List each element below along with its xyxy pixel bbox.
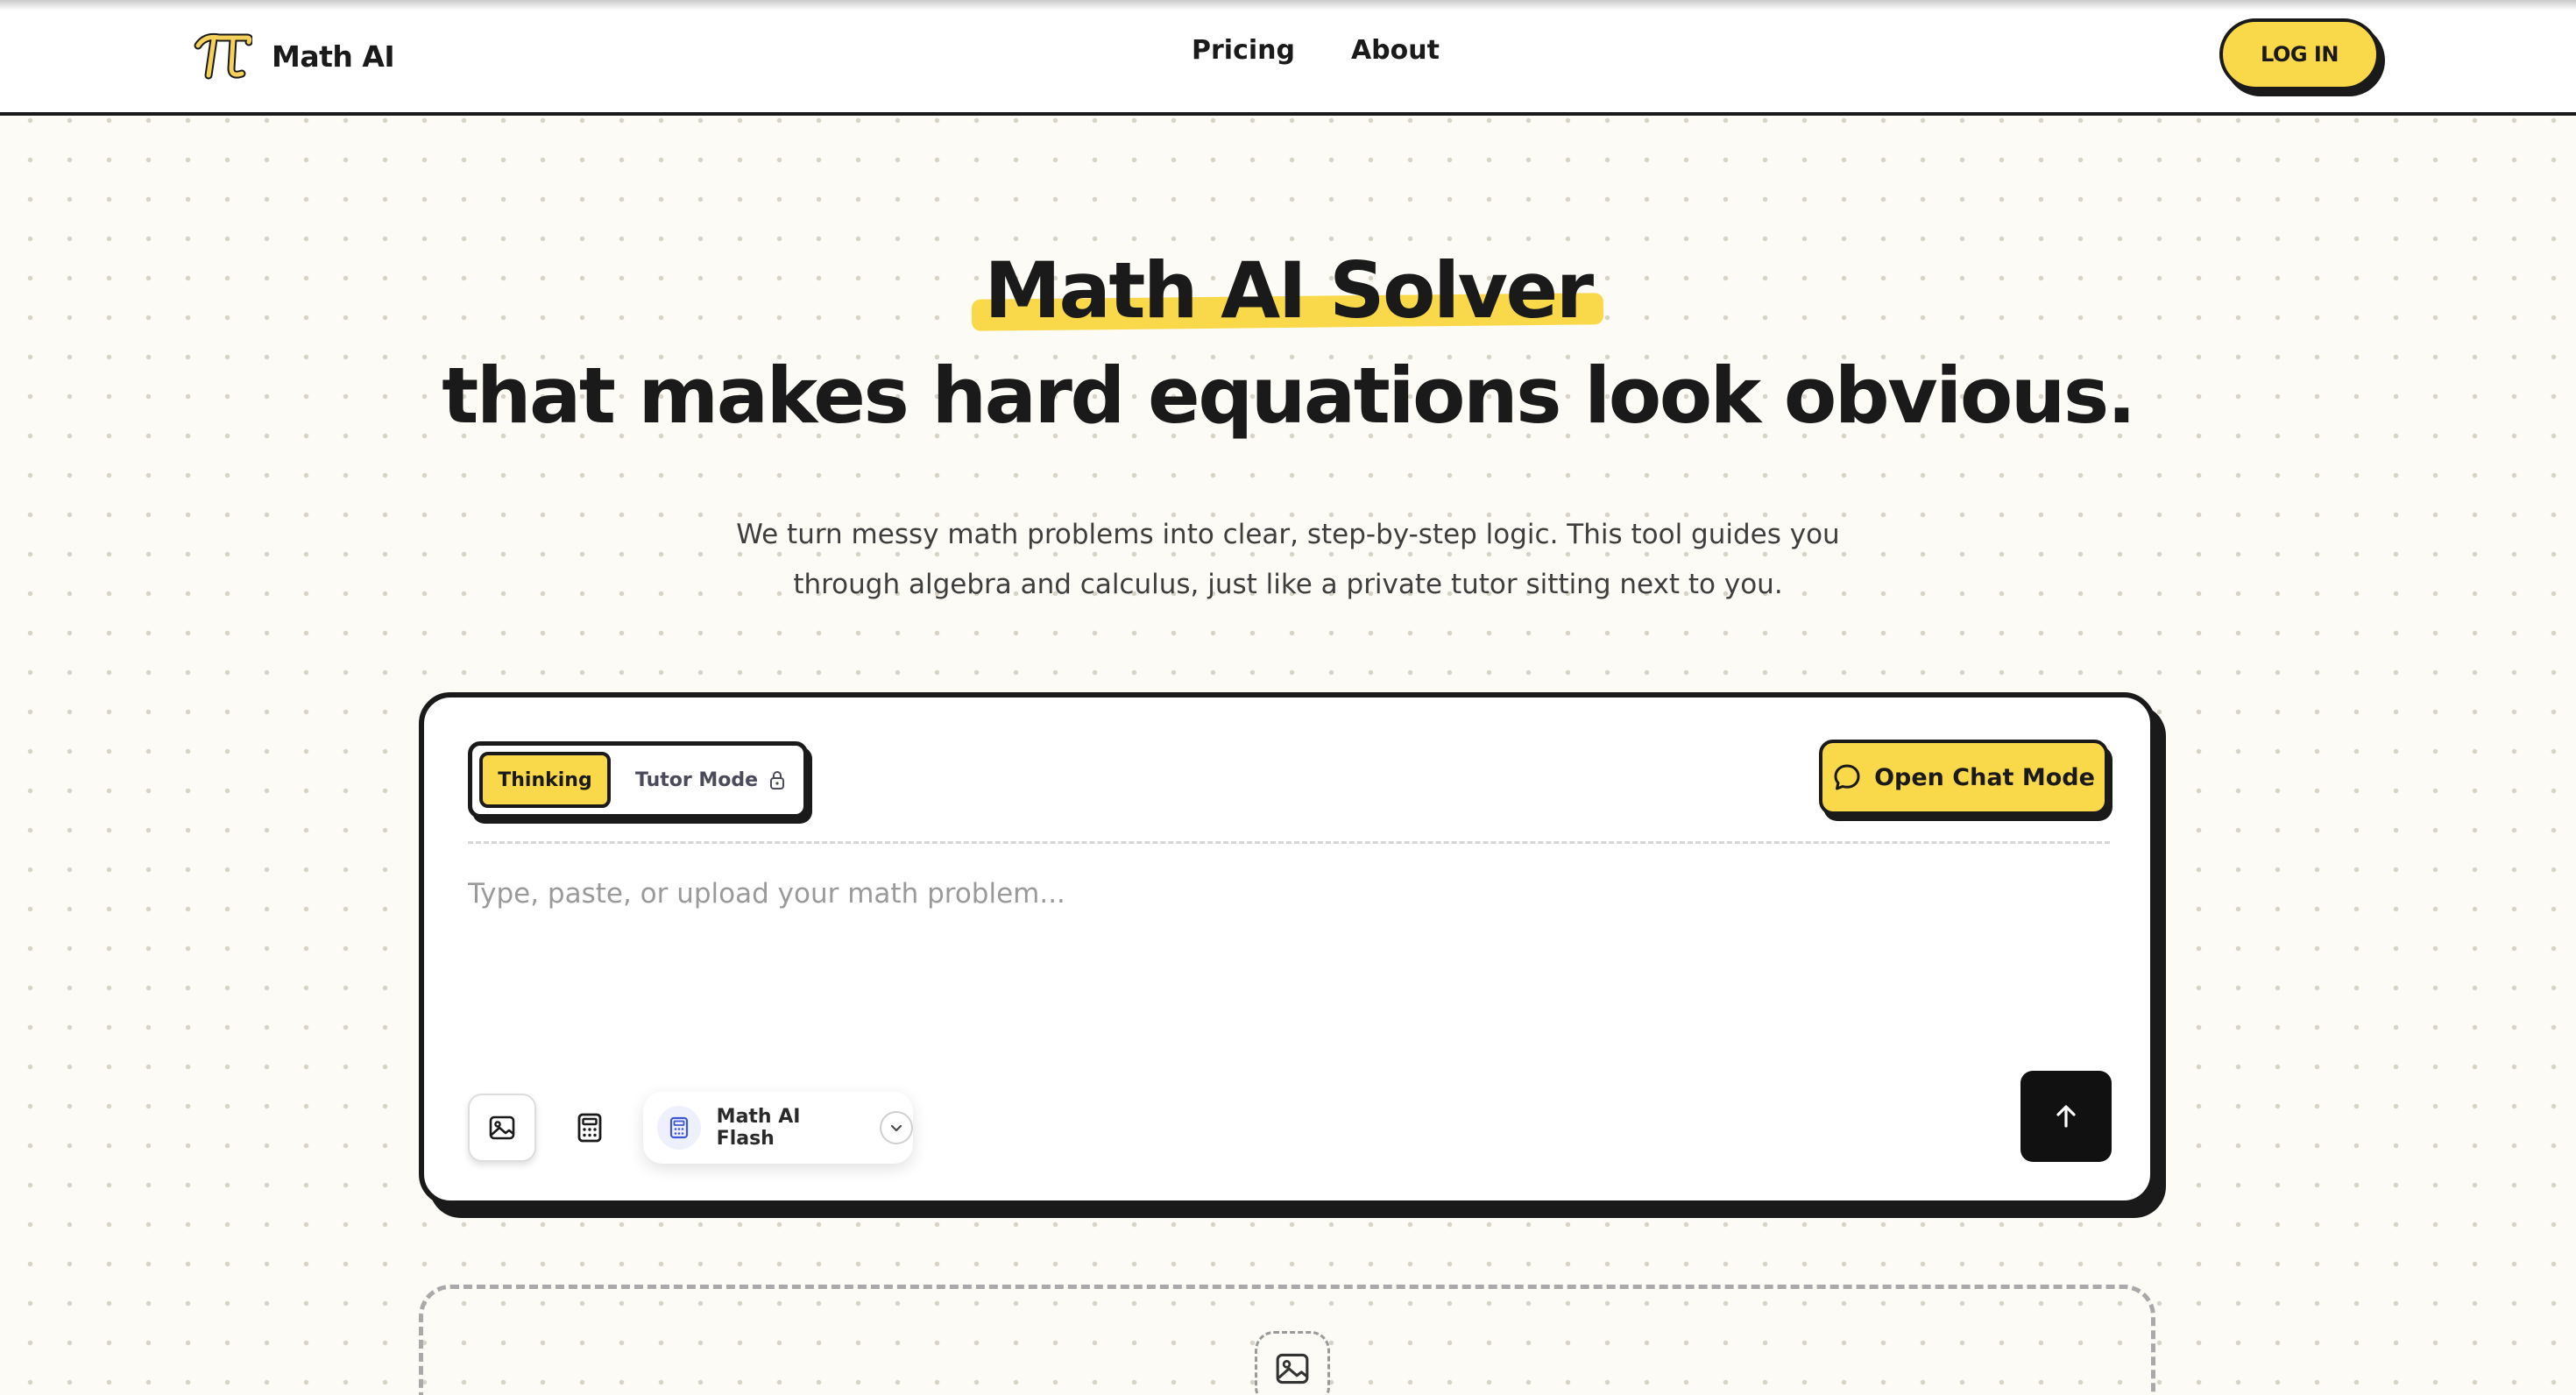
image-upload-dropzone[interactable]	[419, 1285, 2155, 1395]
solver-card: Thinking Tutor Mode Open Chat Mode Type,…	[419, 692, 2155, 1206]
submit-button[interactable]	[2020, 1071, 2112, 1162]
mode-switch: Thinking Tutor Mode	[468, 741, 808, 818]
mode-tab-thinking[interactable]: Thinking	[479, 752, 611, 808]
mode-tab-tutor[interactable]: Tutor Mode	[635, 769, 786, 791]
nav-link-pricing[interactable]: Pricing	[1192, 35, 1295, 66]
model-selector[interactable]: Math AI Flash	[643, 1092, 913, 1164]
chevron-down-icon	[890, 1124, 902, 1132]
hero-title-highlight-text: Math AI Solver	[984, 245, 1594, 336]
top-navigation-bar: Math AI Pricing About LOG IN	[0, 0, 2576, 116]
model-icon-wrap	[657, 1106, 701, 1150]
hero-title-line1: Math AI Solver	[0, 247, 2576, 335]
hero-subtitle: We turn messy math problems into clear, …	[675, 510, 1901, 610]
image-icon	[1276, 1353, 1309, 1384]
mode-tab-tutor-label: Tutor Mode	[635, 768, 759, 791]
calculator-icon	[669, 1116, 688, 1139]
upload-icon-box	[1255, 1331, 1330, 1395]
image-icon	[489, 1115, 515, 1140]
pi-logo-icon	[194, 32, 252, 80]
nav-link-about[interactable]: About	[1351, 35, 1440, 66]
hero-subtitle-line1: We turn messy math problems into clear, …	[736, 519, 1840, 550]
hero-title-line2: that makes hard equations look obvious.	[442, 351, 2136, 441]
upload-image-button[interactable]	[468, 1094, 536, 1162]
login-button[interactable]: LOG IN	[2219, 18, 2380, 90]
open-chat-mode-button[interactable]: Open Chat Mode	[1819, 740, 2108, 815]
lock-icon	[770, 771, 785, 790]
calculator-icon	[577, 1113, 602, 1143]
brand-name: Math AI	[272, 39, 395, 74]
hero-title-highlight: Math AI Solver	[972, 245, 1604, 336]
hero-subtitle-line2: through algebra and calculus, just like …	[793, 569, 1783, 600]
arrow-up-icon	[2056, 1105, 2076, 1128]
model-selector-label: Math AI Flash	[716, 1106, 801, 1150]
card-divider	[468, 841, 2110, 844]
brand-logo-link[interactable]: Math AI	[193, 30, 395, 82]
chevron-button[interactable]	[880, 1111, 913, 1144]
math-problem-input[interactable]	[468, 878, 2110, 1053]
chat-bubble-icon	[1834, 764, 1860, 790]
calculator-button[interactable]	[556, 1094, 624, 1162]
open-chat-mode-label: Open Chat Mode	[1874, 763, 2095, 791]
main-nav: Pricing About	[1192, 35, 1440, 66]
